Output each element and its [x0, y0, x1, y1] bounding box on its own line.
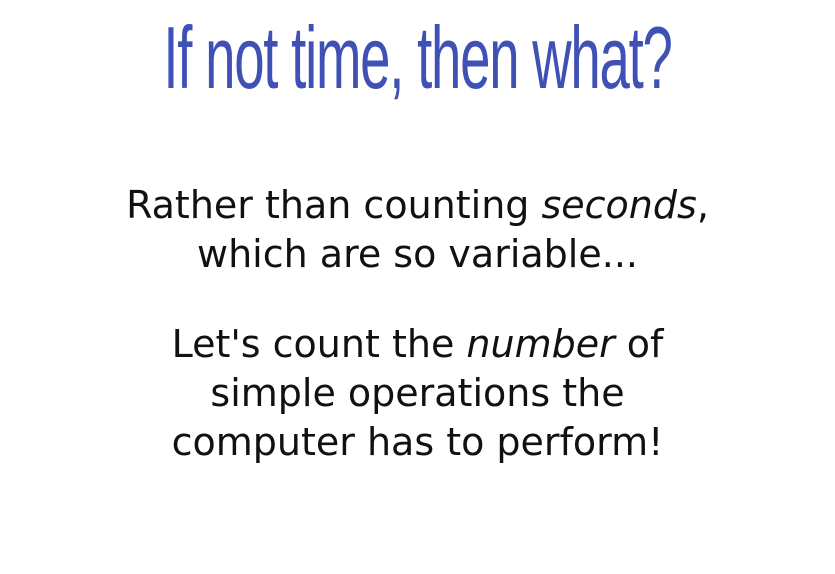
paragraph-number-line-2: simple operations the — [210, 371, 625, 415]
paragraph-number-line-1: Let's count the number of — [0, 320, 835, 369]
slide-title: If not time, then what? — [163, 8, 673, 107]
text-after-number: of — [614, 322, 664, 366]
text-after-seconds: , — [696, 183, 709, 227]
paragraph-seconds: Rather than counting seconds, which are … — [0, 181, 835, 279]
text-before-seconds: Rather than counting — [126, 183, 542, 227]
text-before-number: Let's count the — [171, 322, 467, 366]
emphasis-number: number — [466, 322, 615, 366]
paragraph-number: Let's count the number of simple operati… — [0, 320, 835, 467]
paragraph-seconds-line-2: which are so variable... — [197, 232, 638, 276]
slide: If not time, then what? Rather than coun… — [0, 0, 835, 574]
paragraph-number-line-3: computer has to perform! — [171, 420, 664, 464]
emphasis-seconds: seconds — [541, 183, 697, 227]
paragraph-seconds-line-1: Rather than counting seconds, — [0, 181, 835, 230]
